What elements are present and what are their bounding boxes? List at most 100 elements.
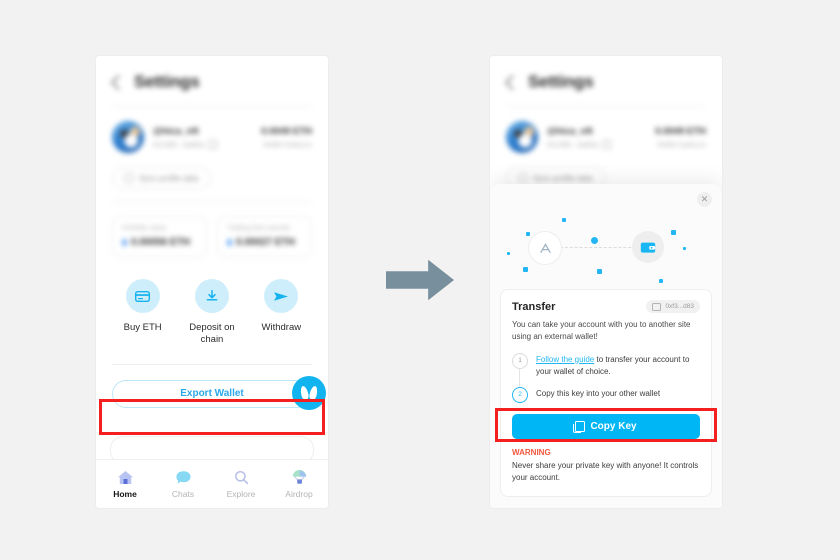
- stat-value-row: 0.00056 ETH: [122, 237, 197, 248]
- profile-handle: @hica_nft: [547, 125, 593, 137]
- right-header: Settings: [490, 56, 722, 102]
- download-icon: [194, 279, 229, 313]
- nav-label: Home: [113, 488, 137, 499]
- decorative-dot: [591, 237, 598, 244]
- highlight-box-copy-key: [495, 408, 717, 442]
- avatar: [506, 121, 538, 153]
- profile-row[interactable]: @hica_nft 0x1382...ba82a 0.0049 ETH Wall…: [96, 107, 328, 159]
- sync-profile-data-button[interactable]: Sync profile data: [112, 167, 211, 189]
- left-settings-blurred-region: Settings @hica_nft 0x1382...ba82a 0.0049…: [96, 56, 328, 257]
- warning-title: WARNING: [512, 447, 551, 457]
- stat-value: 0.00056 ETH: [131, 237, 190, 248]
- credit-card-icon: [125, 279, 160, 313]
- nav-item-airdrop[interactable]: Airdrop: [270, 469, 328, 499]
- sync-profile-data-label: Sync profile data: [139, 173, 199, 183]
- step-number: 1: [512, 352, 528, 369]
- profile-address-row[interactable]: 0x1382...ba82a: [153, 139, 261, 149]
- action-label: Withdraw: [261, 322, 302, 333]
- stat-value: 0.00027 ETH: [236, 237, 295, 248]
- profile-row[interactable]: @hica_nft 0x1382...ba82a 0.0049 ETH Wall…: [490, 107, 722, 159]
- address-chip-label: 0xf3...d83: [665, 303, 694, 310]
- follow-the-guide-link[interactable]: Follow the guide: [536, 355, 594, 364]
- wallet-icon: [632, 231, 664, 263]
- chat-bubble-icon: [175, 470, 191, 484]
- wallet-balance-block: 0.0049 ETH Wallet balance: [655, 126, 706, 149]
- transfer-illustration: [490, 184, 722, 289]
- export-wallet-label: Export Wallet: [180, 388, 244, 400]
- nav-label: Explore: [226, 488, 256, 499]
- parachute-icon: [292, 469, 306, 484]
- page-title: Settings: [134, 72, 200, 91]
- copy-icon[interactable]: [602, 139, 611, 149]
- send-icon: [264, 279, 299, 313]
- step-item-1: 1 Follow the guide to transfer your acco…: [512, 352, 700, 378]
- step-item-2: 2 Copy this key into your other wallet: [512, 386, 700, 403]
- action-buy-eth[interactable]: Buy ETH: [108, 279, 177, 346]
- decorative-dot: [526, 232, 530, 236]
- transfer-title: Transfer: [512, 300, 556, 313]
- profile-address: 0x1382...ba82a: [547, 139, 599, 149]
- bottom-navigation: Home Chats Explore Airdrop: [96, 459, 328, 508]
- action-label: Buy ETH: [123, 322, 162, 333]
- quick-actions-row: Buy ETH Deposit on chain Withdraw: [96, 257, 328, 346]
- nav-label: Chats: [171, 488, 195, 499]
- action-withdraw[interactable]: Withdraw: [247, 279, 316, 346]
- action-label: Deposit on chain: [189, 322, 235, 345]
- refresh-icon: [124, 173, 134, 183]
- transfer-title-row: Transfer 0xf3...d83: [512, 300, 700, 313]
- left-header: Settings: [96, 56, 328, 102]
- decorative-dot: [659, 279, 663, 283]
- stat-card-trading-fees: Trading fees earned 0.00027 ETH: [217, 216, 312, 257]
- copy-icon[interactable]: [208, 139, 217, 149]
- left-phone-screen: Settings @hica_nft 0x1382...ba82a 0.0049…: [96, 56, 328, 508]
- nav-label: Airdrop: [285, 488, 313, 499]
- action-deposit-on-chain[interactable]: Deposit on chain: [177, 279, 246, 346]
- eth-icon: [227, 238, 232, 247]
- chevron-left-icon[interactable]: [504, 74, 521, 90]
- wallet-balance-block: 0.0049 ETH Wallet balance: [261, 126, 312, 149]
- wallet-balance-value: 0.0049 ETH: [261, 125, 312, 137]
- avatar: [112, 121, 144, 153]
- decorative-dot: [507, 252, 510, 255]
- wallet-balance-label: Wallet balance: [657, 139, 706, 149]
- transfer-panel: Transfer 0xf3...d83 You can take your ac…: [500, 289, 712, 497]
- wallet-balance-label: Wallet balance: [263, 139, 312, 149]
- actions-divider: [112, 363, 312, 365]
- decorative-dot: [523, 267, 528, 272]
- refresh-icon: [518, 173, 528, 183]
- right-settings-blurred-region: Settings @hica_nft 0x1382...ba82a 0.0049…: [490, 56, 722, 189]
- right-arrow-icon: [386, 259, 454, 301]
- step-text: Copy this key into your other wallet: [536, 388, 661, 398]
- sync-profile-data-label: Sync profile data: [533, 173, 593, 183]
- profile-address: 0x1382...ba82a: [153, 139, 205, 149]
- connection-line: [560, 247, 636, 248]
- warning-body: Never share your private key with anyone…: [512, 460, 699, 482]
- decorative-dot: [683, 247, 686, 250]
- transfer-steps: 1 Follow the guide to transfer your acco…: [512, 352, 700, 403]
- wallet-chip-icon: [652, 302, 662, 311]
- magnifier-icon: [234, 470, 248, 484]
- stat-label: Portfolio value: [122, 225, 167, 232]
- address-chip[interactable]: 0xf3...d83: [646, 300, 700, 313]
- profile-address-row[interactable]: 0x1382...ba82a: [547, 139, 655, 149]
- decorative-dot: [562, 218, 566, 222]
- nav-item-explore[interactable]: Explore: [212, 470, 270, 499]
- chevron-left-icon[interactable]: [110, 74, 127, 90]
- page-title: Settings: [528, 72, 594, 91]
- profile-handle: @hica_nft: [153, 125, 199, 137]
- transfer-description: You can take your account with you to an…: [512, 320, 691, 342]
- home-icon: [117, 470, 133, 484]
- wallet-balance-value: 0.0049 ETH: [655, 125, 706, 137]
- app-store-icon: [528, 231, 562, 265]
- decorative-dot: [671, 230, 676, 235]
- stats-row: Portfolio value 0.00056 ETH Trading fees…: [96, 202, 328, 257]
- stat-value-row: 0.00027 ETH: [227, 237, 302, 248]
- screenshot-stage: Settings @hica_nft 0x1382...ba82a 0.0049…: [0, 0, 840, 560]
- eth-icon: [122, 238, 127, 247]
- nav-item-chats[interactable]: Chats: [154, 470, 212, 499]
- highlight-box-export-wallet: [99, 399, 325, 435]
- decorative-dot: [597, 269, 602, 274]
- stat-label: Trading fees earned: [227, 225, 290, 232]
- nav-item-home[interactable]: Home: [96, 470, 154, 499]
- stat-card-portfolio: Portfolio value 0.00056 ETH: [112, 216, 207, 257]
